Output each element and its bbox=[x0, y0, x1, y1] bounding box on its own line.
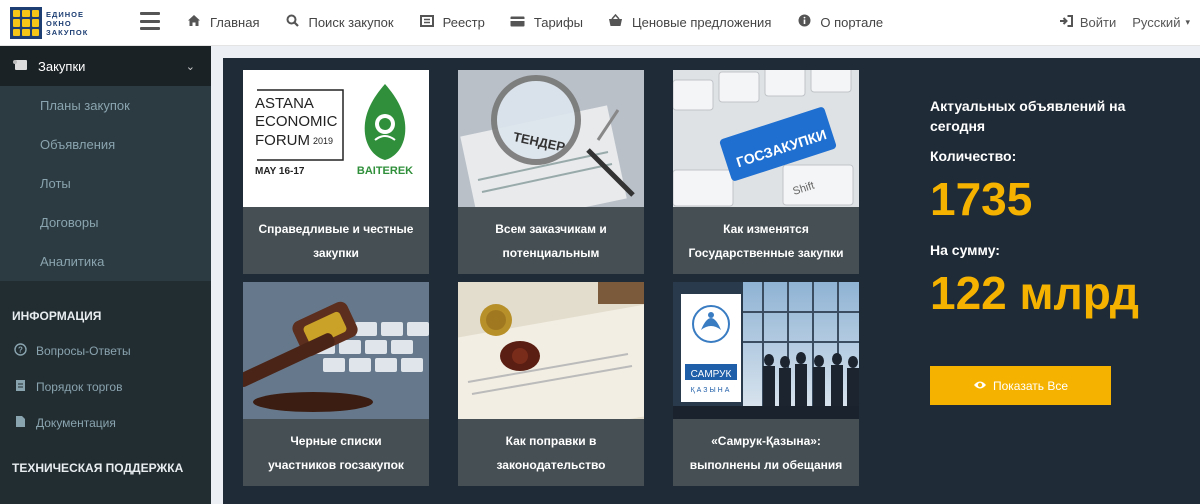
logo-line-3: ЗАКУПОК bbox=[46, 27, 89, 37]
sidebar-item-analytics[interactable]: Аналитика bbox=[0, 242, 211, 281]
keyboard-goszakupki-image: ГОСЗАКУПКИ Shift bbox=[673, 70, 859, 207]
chevron-down-icon: ⌄ bbox=[185, 60, 195, 73]
samruk-word: САМРУК bbox=[691, 369, 732, 380]
sidebar-item-faq-label: Вопросы-Ответы bbox=[36, 344, 131, 358]
news-card[interactable]: Как поправки в законодательство bbox=[458, 282, 644, 486]
news-card-caption: «Самрук-Қазына»: выполнены ли обещания bbox=[689, 433, 843, 472]
forum-word-1: ASTANA bbox=[255, 95, 314, 112]
sum-label: На сумму: bbox=[930, 242, 1000, 258]
news-card-caption: Как поправки в законодательство bbox=[496, 433, 606, 472]
svg-text:?: ? bbox=[18, 346, 23, 355]
news-card[interactable]: САМРУК ҚАЗЫНА «Самрук-Қазына»: выполнены… bbox=[673, 282, 859, 486]
sidebar-item-purchases[interactable]: Закупки ⌄ bbox=[0, 46, 211, 86]
news-card[interactable]: Черные списки участников госзакупок bbox=[243, 282, 429, 486]
nav-home-label: Главная bbox=[210, 14, 260, 30]
sidebar-item-documentation-label: Документация bbox=[36, 416, 116, 430]
main-nav: Главная Поиск закупок Реестр Тарифы Цено… bbox=[186, 0, 908, 44]
forum-word-2: ECONOMIC bbox=[255, 113, 338, 130]
home-icon bbox=[186, 14, 202, 30]
nav-registry-label: Реестр bbox=[442, 14, 485, 30]
sum-value: 122 млрд bbox=[930, 267, 1139, 319]
nav-registry[interactable]: Реестр bbox=[419, 14, 485, 30]
sign-in-icon bbox=[1059, 14, 1073, 30]
nav-price-offers[interactable]: Ценовые предложения bbox=[608, 13, 772, 30]
login-label: Войти bbox=[1079, 14, 1117, 30]
registry-icon bbox=[419, 14, 435, 30]
language-label: Русский bbox=[1132, 14, 1181, 30]
news-card[interactable]: ГОСЗАКУПКИ Shift Как изменятся Государст… bbox=[673, 70, 859, 274]
stats-title: Актуальных объявлений на сегодня bbox=[930, 98, 1126, 134]
logo-text: ЕДИНОЕ ОКНО ЗАКУПОК bbox=[46, 10, 88, 37]
document-icon bbox=[12, 379, 28, 395]
logo-line-2: ОКНО bbox=[46, 18, 72, 28]
sidebar-item-announcements[interactable]: Объявления bbox=[0, 125, 211, 164]
nav-search[interactable]: Поиск закупок bbox=[284, 14, 394, 30]
logo-line-1: ЕДИНОЕ bbox=[46, 9, 84, 19]
kazyna-word: ҚАЗЫНА bbox=[691, 387, 732, 394]
sidebar-item-contracts[interactable]: Договоры bbox=[0, 203, 211, 242]
magnifier-tender-image: ТЕНДЕР bbox=[458, 70, 644, 207]
sidebar-header-tech-support: ТЕХНИЧЕСКАЯ ПОДДЕРЖКА bbox=[12, 461, 184, 475]
language-select[interactable]: Русский ▾ bbox=[1132, 15, 1190, 30]
chevron-down-icon: ▾ bbox=[1185, 16, 1190, 27]
logo-icon bbox=[10, 7, 42, 39]
gavel-keyboard-image bbox=[243, 282, 429, 419]
search-icon bbox=[284, 14, 300, 30]
sidebar-item-purchase-plans[interactable]: Планы закупок bbox=[0, 86, 211, 125]
hamburger-menu-icon[interactable] bbox=[140, 12, 160, 30]
nav-price-offers-label: Ценовые предложения bbox=[631, 14, 772, 30]
sidebar-item-faq[interactable]: ? Вопросы-Ответы bbox=[0, 333, 211, 369]
show-all-label: Показать Все bbox=[992, 378, 1069, 393]
sidebar-item-lots[interactable]: Лоты bbox=[0, 164, 211, 203]
sidebar-item-purchases-label: Закупки bbox=[38, 58, 86, 74]
nav-search-label: Поиск закупок bbox=[308, 14, 394, 30]
portal-logo[interactable]: ЕДИНОЕ ОКНО ЗАКУПОК bbox=[10, 6, 102, 40]
samruk-kazyna-image: САМРУК ҚАЗЫНА bbox=[673, 282, 859, 419]
scroll-icon bbox=[12, 58, 28, 74]
nav-tariffs-label: Тарифы bbox=[533, 14, 583, 30]
sidebar-item-documentation[interactable]: Документация bbox=[0, 405, 211, 441]
news-card[interactable]: ТЕНДЕР Всем заказчикам и потенциальным bbox=[458, 70, 644, 274]
nav-home[interactable]: Главная bbox=[186, 14, 259, 30]
tariff-icon bbox=[510, 15, 526, 30]
login-link[interactable]: Войти bbox=[1059, 14, 1117, 30]
news-panel: ASTANA ECONOMIC FORUM 2019 MAY 16-17 BAI… bbox=[223, 58, 1200, 504]
info-icon bbox=[796, 14, 812, 30]
top-navbar: ЕДИНОЕ ОКНО ЗАКУПОК Главная Поиск закупо… bbox=[0, 0, 1200, 46]
news-card-caption: Всем заказчикам и потенциальным bbox=[495, 221, 607, 260]
baiterek-emblem-icon bbox=[364, 84, 406, 160]
sidebar-header-info: ИНФОРМАЦИЯ bbox=[12, 309, 102, 323]
basket-icon bbox=[608, 13, 624, 30]
count-value: 1735 bbox=[930, 173, 1033, 225]
news-card-caption: Как изменятся Государственные закупки bbox=[688, 221, 844, 260]
sidebar-item-trading-rules[interactable]: Порядок торгов bbox=[0, 369, 211, 405]
astana-forum-image: ASTANA ECONOMIC FORUM 2019 MAY 16-17 BAI… bbox=[243, 70, 429, 207]
sidebar-submenu: Планы закупок Объявления Лоты Договоры А… bbox=[0, 86, 211, 281]
main-content: ASTANA ECONOMIC FORUM 2019 MAY 16-17 BAI… bbox=[211, 46, 1200, 504]
eye-icon bbox=[973, 379, 987, 393]
nav-about-label: О портале bbox=[820, 14, 884, 30]
news-card-caption: Справедливые и честные закупки bbox=[258, 221, 414, 260]
forum-dates: MAY 16-17 bbox=[255, 166, 305, 177]
forum-year: 2019 bbox=[313, 136, 333, 146]
sidebar: Закупки ⌄ Планы закупок Объявления Лоты … bbox=[0, 46, 211, 504]
show-all-button[interactable]: Показать Все bbox=[930, 366, 1111, 405]
count-label: Количество: bbox=[930, 148, 1017, 164]
baiterek-label: BAITEREK bbox=[357, 165, 413, 177]
nav-tariffs[interactable]: Тарифы bbox=[510, 15, 583, 30]
right-nav: Войти Русский ▾ bbox=[1059, 0, 1190, 44]
forum-word-3: FORUM bbox=[255, 132, 310, 149]
news-card[interactable]: ASTANA ECONOMIC FORUM 2019 MAY 16-17 BAI… bbox=[243, 70, 429, 274]
news-card-caption: Черные списки участников госзакупок bbox=[268, 433, 404, 472]
sidebar-item-trading-rules-label: Порядок торгов bbox=[36, 380, 123, 394]
file-icon bbox=[12, 415, 28, 431]
wax-seal-image bbox=[458, 282, 644, 419]
nav-about[interactable]: О портале bbox=[796, 14, 883, 30]
question-icon: ? bbox=[12, 343, 28, 359]
